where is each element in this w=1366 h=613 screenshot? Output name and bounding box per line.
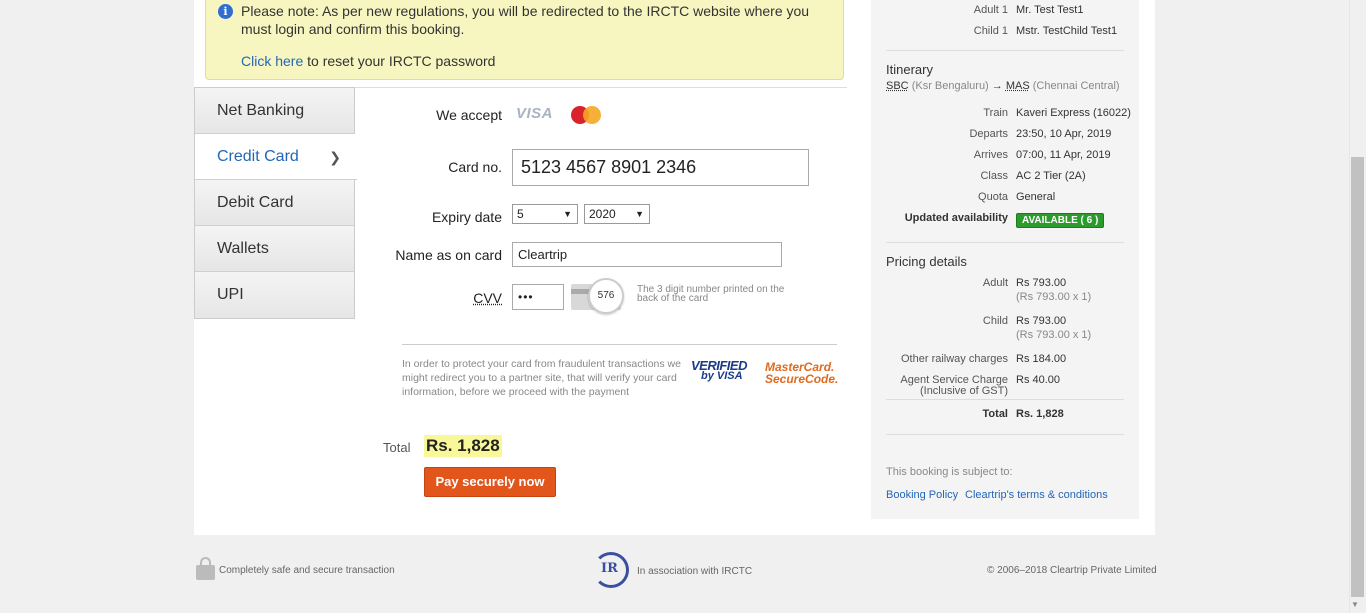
irctc-notice: i Please note: As per new regulations, y… [205, 0, 844, 80]
divider [354, 87, 847, 88]
price-value: Rs 793.00 (Rs 793.00 x 1) [1016, 277, 1091, 303]
sidebar-total-value: Rs. 1,828 [1016, 408, 1064, 420]
detail-value: Kaveri Express (16022) [1016, 107, 1131, 119]
price-breakdown: (Rs 793.00 x 1) [1016, 329, 1092, 341]
price-key: Adult [982, 277, 1008, 289]
association-text: In association with IRCTC [637, 566, 753, 577]
tab-label: UPI [217, 286, 244, 303]
scrollbar-thumb[interactable] [1351, 157, 1364, 597]
tabs-border [354, 87, 355, 133]
sidebar-total-label: Total [982, 408, 1008, 420]
from-code: SBC [886, 80, 909, 92]
tab-wallets[interactable]: Wallets [195, 226, 355, 272]
divider [886, 434, 1124, 435]
total-label: Total [383, 440, 411, 455]
mastercard-logo [571, 104, 605, 126]
tab-label: Wallets [217, 240, 269, 257]
price-amount: Rs 793.00 [1016, 315, 1067, 327]
tabs-border [354, 179, 355, 319]
booking-policy-link[interactable]: Booking Policy [886, 489, 958, 501]
divider [886, 242, 1124, 243]
availability-badge: AVAILABLE ( 6 ) [1016, 213, 1105, 228]
detail-key: Quota [978, 191, 1008, 203]
detail-value: AC 2 Tier (2A) [1016, 170, 1086, 182]
card-number-input[interactable]: 5123 4567 8901 2346 [512, 149, 809, 186]
traveller-key: Child 1 [973, 25, 1008, 37]
tab-label: Debit Card [217, 194, 294, 211]
price-value: Rs 793.00 (Rs 793.00 x 1) [1016, 315, 1091, 341]
to-code: MAS [1005, 80, 1030, 92]
reset-password-suffix: to reset your IRCTC password [303, 53, 496, 69]
scroll-down-icon[interactable]: ▼ [1351, 600, 1359, 609]
copyright-text: © 2006–2018 Cleartrip Private Limited [987, 565, 1157, 576]
mc-line2: SecureCode. [765, 372, 839, 386]
itinerary-title: Itinerary [886, 62, 933, 77]
payment-tabs: Net Banking Credit Card ❯ Debit Card Wall… [194, 87, 357, 319]
cvv-hint: The 3 digit number printed on the back o… [637, 284, 785, 304]
we-accept-label: We accept [436, 107, 502, 123]
from-name: (Ksr Bengaluru) [911, 80, 989, 92]
cvv-sample-badge: 576 [588, 278, 624, 314]
dropdown-arrow-icon: ▼ [635, 209, 644, 219]
dropdown-arrow-icon: ▼ [563, 209, 572, 219]
name-on-card-label: Name as on card [395, 247, 502, 263]
info-icon: i [218, 4, 233, 19]
tab-debit-card[interactable]: Debit Card [195, 180, 355, 226]
traveller-key: Adult 1 [973, 4, 1008, 16]
tab-credit-card[interactable]: Credit Card ❯ [195, 134, 357, 180]
cvv-label: CVV [473, 290, 502, 306]
total-amount: Rs. 1,828 [424, 435, 502, 457]
arrow-right-icon: → [991, 80, 1003, 92]
expiry-month-select[interactable]: 5 ▼ [512, 204, 578, 224]
divider [402, 344, 837, 345]
tab-upi[interactable]: UPI [195, 272, 355, 318]
tab-net-banking[interactable]: Net Banking [195, 88, 355, 134]
detail-value: 07:00, 11 Apr, 2019 [1016, 149, 1111, 161]
tab-label: Credit Card [217, 148, 299, 165]
divider [886, 399, 1124, 400]
irctc-logo: IR [591, 552, 631, 588]
lock-icon [196, 557, 215, 580]
detail-key: Arrives [973, 149, 1008, 161]
availability-label: Updated availability [904, 212, 1008, 224]
reset-password-link[interactable]: Click here [241, 53, 303, 69]
detail-key: Departs [969, 128, 1008, 140]
booking-subject-text: This booking is subject to: [886, 466, 1013, 478]
price-key: Other railway charges [901, 353, 1008, 365]
price-amount: Rs 184.00 [1016, 353, 1067, 365]
terms-link[interactable]: Cleartrip's terms & conditions [965, 489, 1108, 501]
tab-label: Net Banking [217, 102, 305, 119]
secure-transaction-text: Completely safe and secure transaction [219, 565, 395, 576]
expiry-label: Expiry date [431, 209, 502, 225]
name-on-card-input[interactable]: Cleartrip [512, 242, 782, 267]
fraud-protection-text: In order to protect your card from fraud… [402, 358, 681, 398]
pay-securely-button[interactable]: Pay securely now [424, 467, 556, 497]
detail-value: General [1016, 191, 1056, 203]
price-amount: Rs 793.00 [1016, 277, 1067, 289]
divider [886, 50, 1124, 51]
detail-key: Class [980, 170, 1008, 182]
expiry-year-value: 2020 [589, 207, 616, 221]
expiry-year-select[interactable]: 2020 ▼ [584, 204, 650, 224]
pricing-title: Pricing details [886, 254, 967, 269]
notice-message: Please note: As per new regulations, you… [241, 3, 810, 37]
price-amount: Rs 40.00 [1016, 374, 1061, 386]
detail-key: Train [983, 107, 1008, 119]
detail-value: 23:50, 10 Apr, 2019 [1016, 128, 1112, 140]
traveller-value: Mr. Test Test1 [1016, 4, 1084, 16]
reset-password-text: Click here to reset your IRCTC password [241, 53, 495, 69]
chevron-right-icon: ❯ [329, 149, 341, 165]
price-key: Child [982, 315, 1008, 327]
cvv-input[interactable]: ••• [512, 284, 564, 310]
mastercard-securecode-logo: MasterCard. SecureCode. [765, 361, 839, 386]
route: SBC (Ksr Bengaluru) → MAS (Chennai Centr… [886, 80, 1120, 92]
verified-by-visa-logo: VERIFIED by VISA [691, 358, 751, 382]
traveller-value: Mstr. TestChild Test1 [1016, 25, 1118, 37]
to-name: (Chennai Central) [1032, 80, 1120, 92]
card-number-label: Card no. [448, 159, 502, 175]
price-breakdown: (Rs 793.00 x 1) [1016, 291, 1092, 303]
price-key-note: (Inclusive of GST) [919, 385, 1008, 397]
visa-logo: VISA [516, 105, 554, 122]
expiry-month-value: 5 [517, 207, 524, 221]
